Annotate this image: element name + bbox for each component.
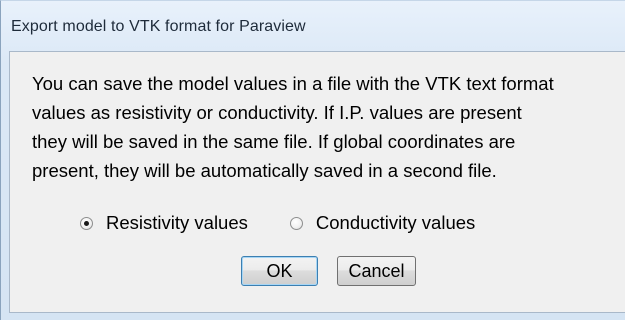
message-line: values as resistivity or conductivity. I…: [32, 102, 522, 123]
radio-button-unchecked-icon[interactable]: [289, 216, 303, 230]
message-line: present, they will be automatically save…: [32, 160, 497, 181]
conductivity-radio-label[interactable]: Conductivity values: [316, 212, 475, 234]
resistivity-radio-label[interactable]: Resistivity values: [106, 212, 248, 234]
message-line: they will be saved in the same file. If …: [32, 131, 516, 152]
message-text: You can save the model values in a file …: [32, 69, 622, 185]
cancel-button[interactable]: Cancel: [337, 256, 416, 286]
dialog-body: You can save the model values in a file …: [9, 51, 625, 313]
ok-button[interactable]: OK: [241, 256, 318, 286]
value-type-radio-group: Resistivity values Conductivity values: [80, 212, 475, 234]
radio-dot-icon: [84, 220, 89, 226]
message-line: You can save the model values in a file …: [32, 73, 554, 94]
conductivity-radio[interactable]: Conductivity values: [289, 212, 475, 234]
window-title: Export model to VTK format for Paraview: [11, 18, 306, 35]
title-bar[interactable]: Export model to VTK format for Paraview: [11, 15, 306, 39]
radio-button-checked-icon[interactable]: [80, 216, 93, 230]
resistivity-radio[interactable]: Resistivity values: [80, 212, 248, 234]
dialog-buttons: OK Cancel: [241, 256, 416, 286]
dialog-window: Export model to VTK format for Paraview …: [0, 0, 625, 320]
